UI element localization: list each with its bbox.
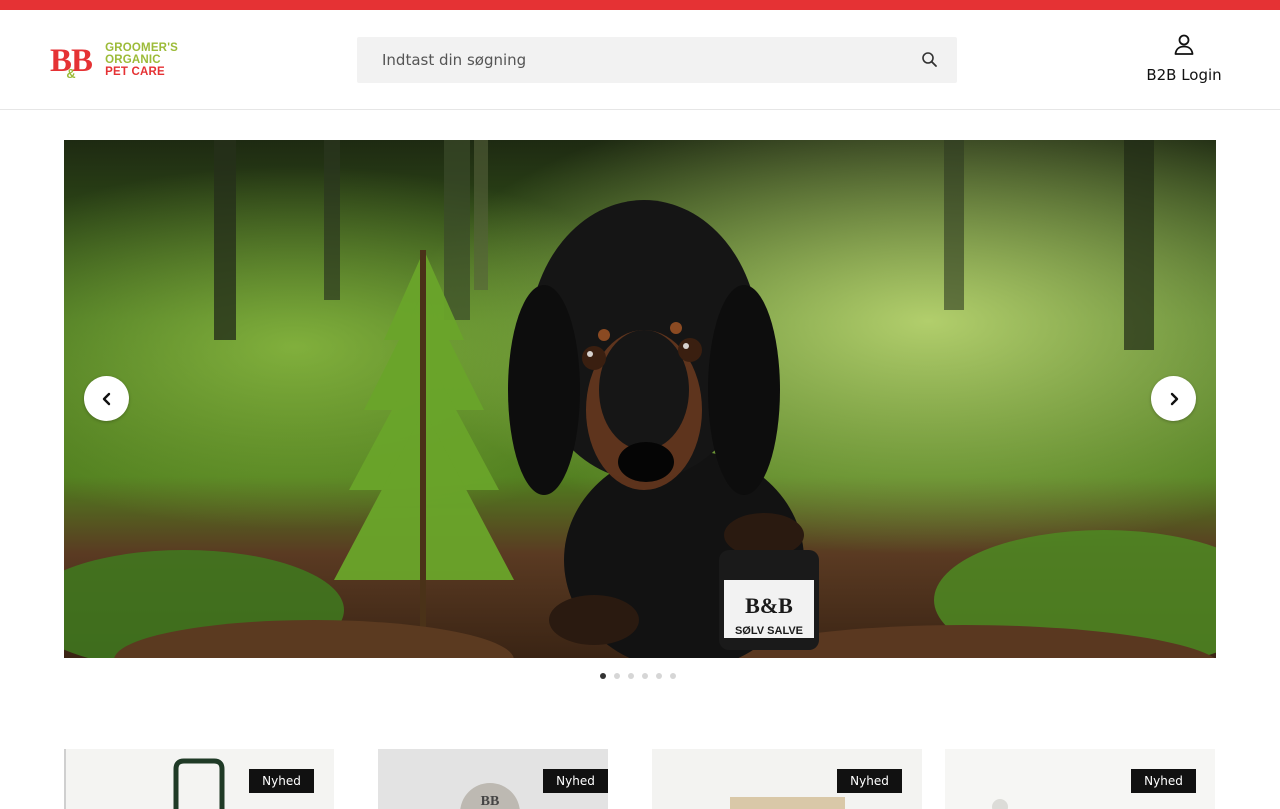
brand-line2: ORGANIC (105, 54, 161, 66)
product-card[interactable]: Nyhed (64, 749, 334, 809)
new-badge: Nyhed (837, 769, 902, 793)
b2b-login-label: B2B Login (1146, 66, 1222, 84)
top-accent-bar (0, 0, 1280, 10)
hero-slider: B&B SØLV SALVE (64, 140, 1216, 658)
search-icon[interactable] (921, 51, 939, 69)
slider-prev-button[interactable] (84, 376, 129, 421)
b2b-login-link[interactable]: B2B Login (1140, 32, 1228, 88)
jar-logo: B&B (745, 593, 793, 618)
product-card[interactable]: BB Nyhed (358, 749, 628, 809)
user-icon (1172, 32, 1196, 60)
chevron-right-icon (1167, 392, 1181, 406)
slider-next-button[interactable] (1151, 376, 1196, 421)
slider-dot-6[interactable] (670, 673, 676, 679)
new-badge: Nyhed (543, 769, 608, 793)
hero-image: B&B SØLV SALVE (64, 140, 1216, 658)
slider-dot-2[interactable] (614, 673, 620, 679)
slider-dot-3[interactable] (628, 673, 634, 679)
product-grid: Nyhed BB Nyhed Nyhed Nyhed (64, 749, 1216, 809)
chevron-left-icon (100, 392, 114, 406)
slider-dot-4[interactable] (642, 673, 648, 679)
jar-label: SØLV SALVE (735, 625, 803, 637)
new-badge: Nyhed (249, 769, 314, 793)
brand-logo[interactable]: B B & GROOMER'S ORGANIC PET CARE (50, 38, 178, 82)
new-badge: Nyhed (1131, 769, 1196, 793)
brand-wordmark: GROOMER'S ORGANIC PET CARE (105, 42, 178, 78)
brand-monogram-icon: B B & (50, 43, 93, 81)
search-bar (357, 37, 957, 83)
site-header: B B & GROOMER'S ORGANIC PET CARE B2B Log… (0, 10, 1280, 110)
slider-dot-5[interactable] (656, 673, 662, 679)
svg-text:&: & (66, 66, 75, 81)
product-card[interactable]: Nyhed (945, 749, 1215, 809)
svg-text:BB: BB (481, 794, 500, 809)
salve-jar: B&B SØLV SALVE (719, 550, 819, 650)
brand-line3: PET CARE (105, 66, 165, 78)
brand-line1: GROOMER'S (105, 42, 178, 54)
search-input[interactable] (357, 37, 897, 83)
product-card[interactable]: Nyhed (652, 749, 922, 809)
slider-pagination (600, 673, 676, 679)
slider-dot-1[interactable] (600, 673, 606, 679)
